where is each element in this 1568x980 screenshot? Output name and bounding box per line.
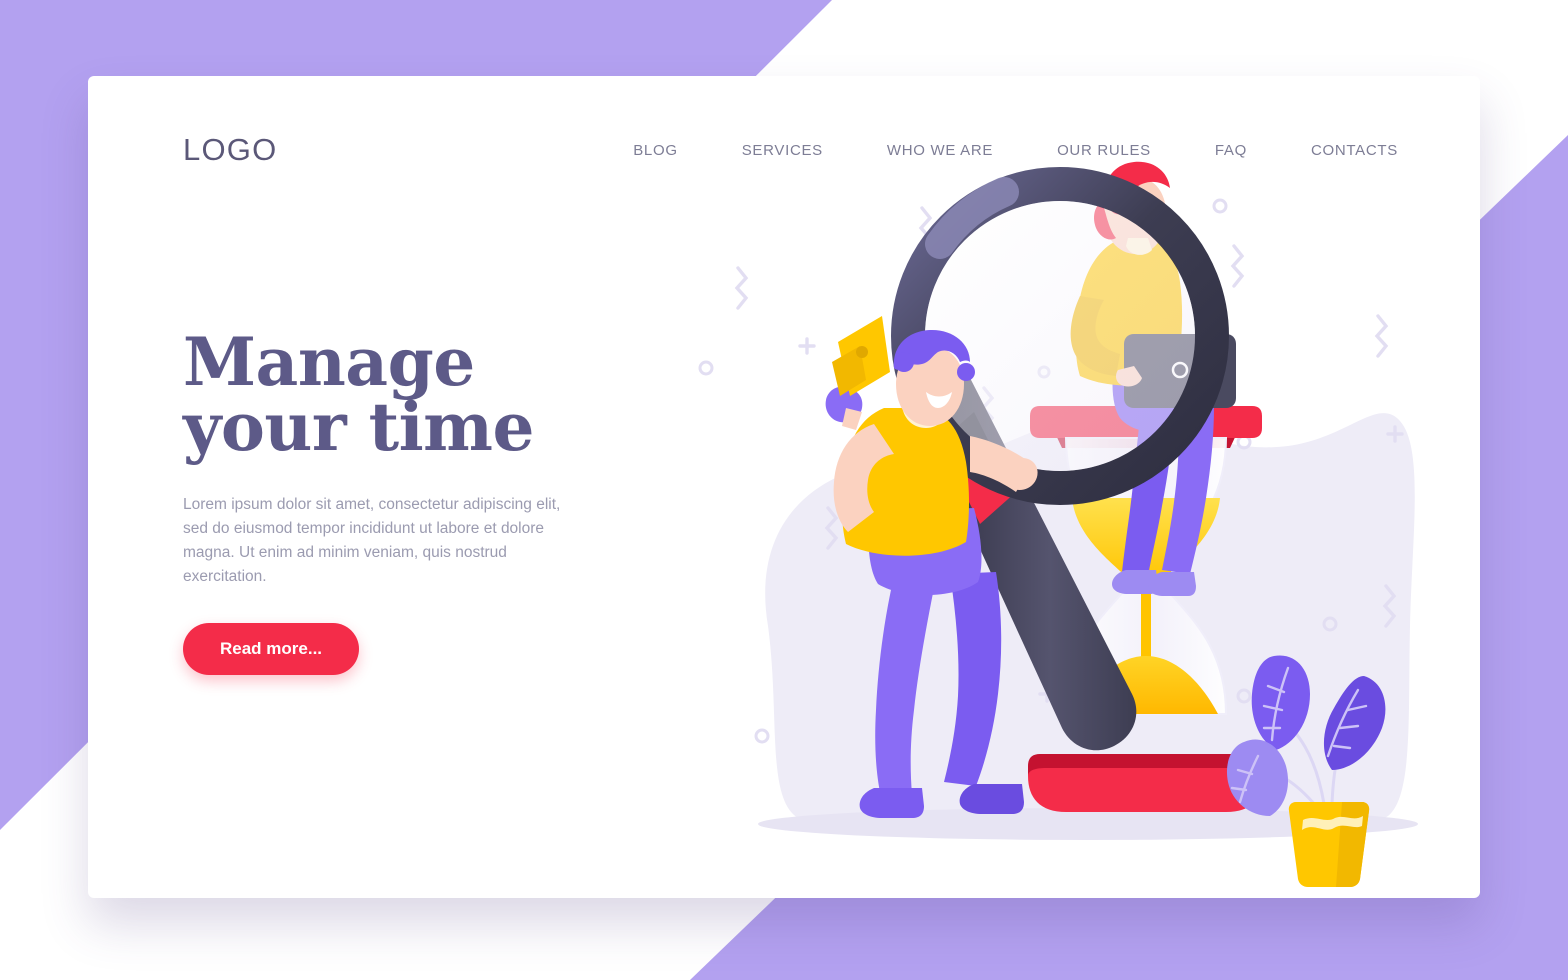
man-hair-tuft [957,363,975,381]
page-title: Manage your time [183,329,703,460]
nav-item-blog[interactable]: BLOG [633,142,677,159]
man-hair-tuft-2 [894,352,914,372]
megaphone-detail [856,346,868,358]
hero-content: Manage your time Lorem ipsum dolor sit a… [183,329,703,676]
manage-your-time-illustration [688,156,1428,896]
man-shoe-back [859,788,924,818]
logo[interactable]: LOGO [183,132,277,168]
man-shoe-front [959,784,1024,814]
magnifier-lens [925,201,1195,471]
page-title-line-2: your time [183,387,535,466]
landing-page-card: LOGO BLOG SERVICES WHO WE ARE OUR RULES … [88,76,1480,898]
hero-paragraph: Lorem ipsum dolor sit amet, consectetur … [183,496,561,586]
read-more-button[interactable]: Read more... [183,623,360,676]
woman-shoe-front [1148,572,1196,596]
